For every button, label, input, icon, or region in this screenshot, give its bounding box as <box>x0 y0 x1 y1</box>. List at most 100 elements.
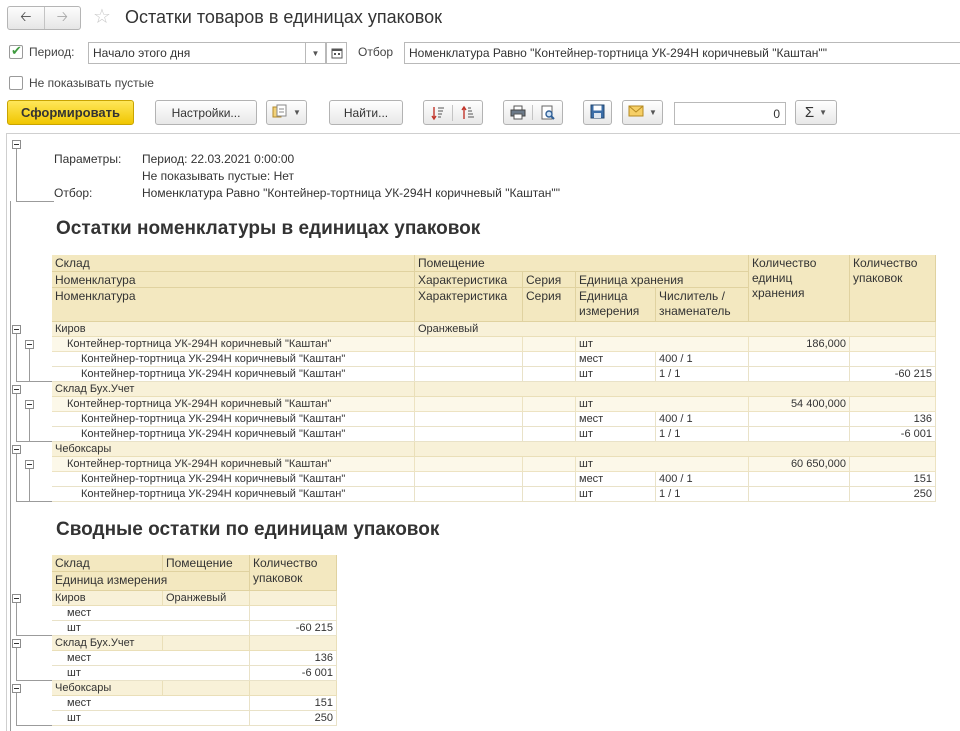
summary-qty-cell <box>250 591 337 606</box>
summary-unit-cell: мест <box>52 651 250 666</box>
collapse-summary-warehouse-icon[interactable] <box>12 639 21 648</box>
save-button[interactable] <box>583 100 612 125</box>
sigma-icon: Σ <box>804 104 815 121</box>
back-arrow-icon[interactable]: 🡠 <box>8 7 44 29</box>
sum-mode-button[interactable]: Σ ▼ <box>795 100 837 125</box>
print-icon[interactable] <box>504 105 533 120</box>
selected-sum-field[interactable]: 0 <box>674 102 786 125</box>
nomenclature-detail-cell: Контейнер-тортница УК-294Н коричневый "К… <box>52 472 415 487</box>
qty-storage-cell <box>749 367 850 382</box>
save-icon <box>590 104 605 122</box>
header-qty-storage: Количество единиц хранения <box>749 255 850 322</box>
nomenclature-detail-cell: Контейнер-тортница УК-294Н коричневый "К… <box>52 487 415 502</box>
qty-packs-cell <box>850 337 936 352</box>
header-qty-packs: Количество упаковок <box>850 255 936 322</box>
unit-cell: шт <box>576 457 749 472</box>
variants-icon <box>272 104 288 121</box>
calendar-icon[interactable] <box>326 42 347 64</box>
generate-button[interactable]: Сформировать <box>7 100 134 125</box>
qty-storage-cell <box>749 427 850 442</box>
qty-packs-cell: 250 <box>850 487 936 502</box>
summary-unit-cell: шт <box>52 666 250 681</box>
summary-packs-cell: 136 <box>250 651 337 666</box>
collapse-item-icon[interactable] <box>25 340 34 349</box>
find-button[interactable]: Найти... <box>329 100 403 125</box>
series-cell <box>523 412 576 427</box>
collapse-warehouse-icon[interactable] <box>12 385 21 394</box>
summary-unit-cell: шт <box>52 621 250 636</box>
header-characteristic: Характеристика <box>415 288 523 322</box>
period-checkbox[interactable] <box>9 43 23 59</box>
characteristic-cell <box>415 397 523 412</box>
qty-storage-cell <box>749 472 850 487</box>
series-cell <box>523 487 576 502</box>
collapse-summary-warehouse-icon[interactable] <box>12 684 21 693</box>
qty-packs-cell: -6 001 <box>850 427 936 442</box>
collapse-warehouse-icon[interactable] <box>12 445 21 454</box>
filter-input[interactable]: Номенклатура Равно "Контейнер-тортница У… <box>404 42 960 64</box>
qty-packs-cell <box>850 352 936 367</box>
unit-cell: мест <box>576 412 656 427</box>
numerator-cell: 1 / 1 <box>656 427 749 442</box>
summary-qty-cell <box>250 681 337 696</box>
warehouse-cell: Склад Бух.Учет <box>52 382 415 397</box>
report-area: Параметры: Период: 22.03.2021 0:00:00 Не… <box>6 133 960 731</box>
sort-ascending-icon[interactable] <box>424 104 453 121</box>
room-cell <box>415 442 936 457</box>
header-nomenclature-group: Номенклатура <box>52 272 415 288</box>
nomenclature-cell: Контейнер-тортница УК-294Н коричневый "К… <box>52 337 415 352</box>
characteristic-cell <box>415 367 523 382</box>
params-period: Период: 22.03.2021 0:00:00 <box>142 152 295 166</box>
header-characteristic-group: Характеристика <box>415 272 523 288</box>
summary-room-cell <box>163 681 250 696</box>
collapse-item-icon[interactable] <box>25 460 34 469</box>
params-filter-value: Номенклатура Равно "Контейнер-тортница У… <box>142 186 560 200</box>
variants-button[interactable]: ▼ <box>266 100 307 125</box>
numerator-cell: 400 / 1 <box>656 352 749 367</box>
characteristic-cell <box>415 457 523 472</box>
collapse-item-icon[interactable] <box>25 400 34 409</box>
collapse-parameters-icon[interactable] <box>12 140 21 149</box>
period-input[interactable]: Начало этого дня <box>88 42 306 64</box>
header-warehouse: Склад <box>52 255 415 272</box>
period-label: Период: <box>29 45 75 59</box>
nomenclature-cell: Контейнер-тортница УК-294Н коричневый "К… <box>52 457 415 472</box>
qty-packs-cell: 151 <box>850 472 936 487</box>
period-dropdown-icon[interactable]: ▼ <box>306 42 326 64</box>
summary-packs-cell: 151 <box>250 696 337 711</box>
characteristic-cell <box>415 412 523 427</box>
unit-cell: шт <box>576 337 749 352</box>
summary-unit-cell: мест <box>52 606 250 621</box>
numerator-cell: 400 / 1 <box>656 412 749 427</box>
series-cell <box>523 397 576 412</box>
mail-icon <box>628 105 644 120</box>
series-cell <box>523 427 576 442</box>
params-label: Параметры: <box>54 152 122 166</box>
forward-arrow-icon[interactable]: 🡢 <box>43 7 81 29</box>
qty-storage-cell: 186,000 <box>749 337 850 352</box>
summary-table-header: Склад Помещение Количество упаковок Един… <box>52 555 337 591</box>
qty-packs-cell: 136 <box>850 412 936 427</box>
summary-unit-cell: шт <box>52 711 250 726</box>
summary-warehouse-cell: Чебоксары <box>52 681 163 696</box>
print-preview-icon[interactable] <box>533 105 562 121</box>
series-cell <box>523 337 576 352</box>
unit-cell: шт <box>576 367 656 382</box>
summary-packs-cell <box>250 606 337 621</box>
summary-packs-cell: -6 001 <box>250 666 337 681</box>
nomenclature-detail-cell: Контейнер-тортница УК-294Н коричневый "К… <box>52 427 415 442</box>
qty-storage-cell: 60 650,000 <box>749 457 850 472</box>
collapse-warehouse-icon[interactable] <box>12 325 21 334</box>
unit-cell: шт <box>576 397 749 412</box>
collapse-summary-warehouse-icon[interactable] <box>12 594 21 603</box>
settings-button[interactable]: Настройки... <box>155 100 257 125</box>
send-mail-button[interactable]: ▼ <box>622 100 663 125</box>
sort-descending-icon[interactable] <box>453 105 482 121</box>
hide-empty-checkbox[interactable] <box>9 76 23 90</box>
header-unit: Единица измерения <box>576 288 656 322</box>
header-numerator: Числитель / знаменатель <box>656 288 749 322</box>
characteristic-cell <box>415 487 523 502</box>
header-series-group: Серия <box>523 272 576 288</box>
favorite-star-icon[interactable]: ☆ <box>93 6 111 28</box>
unit-cell: шт <box>576 427 656 442</box>
